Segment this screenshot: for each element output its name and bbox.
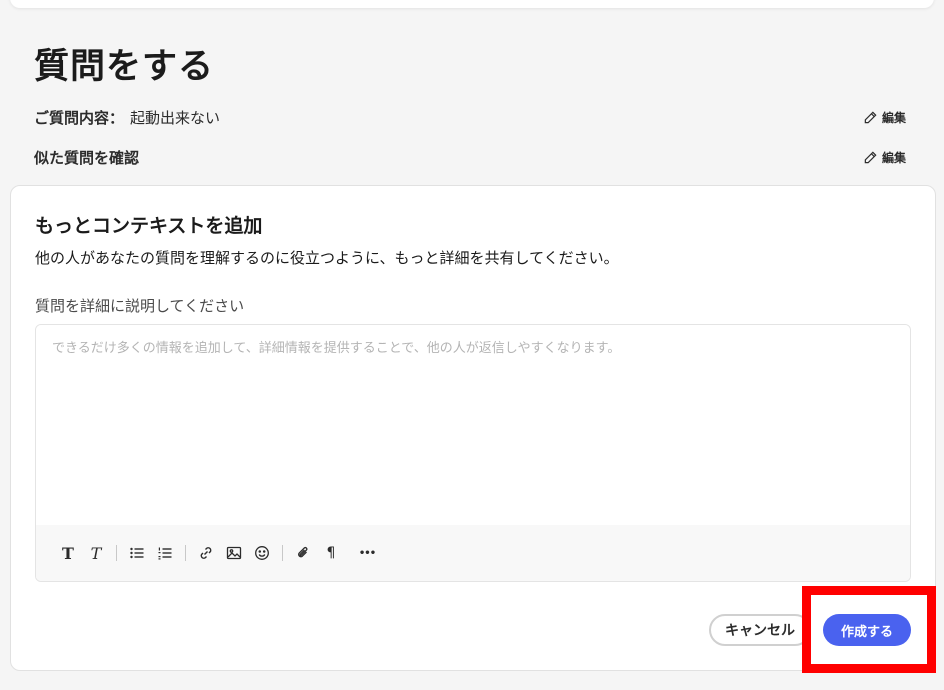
paragraph-icon: ¶ [326,545,336,561]
page-title: 質問をする [34,47,215,87]
image-icon [226,546,242,560]
top-card [10,0,934,8]
similar-questions-row: 似た質問を確認 編集 [34,146,906,168]
bold-button[interactable]: T [54,539,82,567]
italic-icon: T [90,543,102,563]
edit-label: 編集 [881,110,906,125]
toolbar-divider [185,545,186,561]
toolbar-divider [116,545,117,561]
details-textarea[interactable] [36,325,910,527]
link-button[interactable] [192,539,220,567]
more-options-button[interactable]: ••• [353,539,381,567]
cancel-button[interactable]: キャンセル [709,614,811,646]
toolbar-divider [282,545,283,561]
numbered-list-icon [158,547,172,560]
attachment-button[interactable] [289,539,317,567]
context-description: 他の人があなたの質問を理解するのに役立つように、もっと詳細を共有してください。 [35,249,619,267]
italic-button[interactable]: T [82,539,110,567]
edit-question-button[interactable]: 編集 [863,109,906,126]
context-card: もっとコンテキストを追加 他の人があなたの質問を理解するのに役立つように、もっと… [10,185,936,671]
edit-label: 編集 [881,150,906,165]
question-label: ご質問内容： [34,108,125,127]
attachment-icon [298,546,308,558]
rich-text-editor: T T [35,324,911,582]
emoji-icon [255,546,269,560]
pencil-icon [864,110,877,123]
create-button[interactable]: 作成する [823,614,911,646]
bullet-list-icon [130,547,144,559]
details-field-label: 質問を詳細に説明してください [35,297,245,315]
link-icon [200,547,212,559]
editor-toolbar: T T ¶ ••• [36,525,910,581]
similar-questions-label: 似た質問を確認 [34,148,140,167]
numbered-list-button[interactable] [151,539,179,567]
emoji-button[interactable] [248,539,276,567]
pencil-icon [864,150,877,163]
paragraph-button[interactable]: ¶ [317,539,345,567]
image-button[interactable] [220,539,248,567]
question-value: 起動出来ない [130,108,221,127]
edit-similar-button[interactable]: 編集 [863,149,906,166]
question-summary-row: ご質問内容： 起動出来ない 編集 [34,106,906,128]
bold-icon: T [62,543,74,563]
more-icon: ••• [358,547,376,559]
context-title: もっとコンテキストを追加 [35,215,263,237]
bullet-list-button[interactable] [123,539,151,567]
